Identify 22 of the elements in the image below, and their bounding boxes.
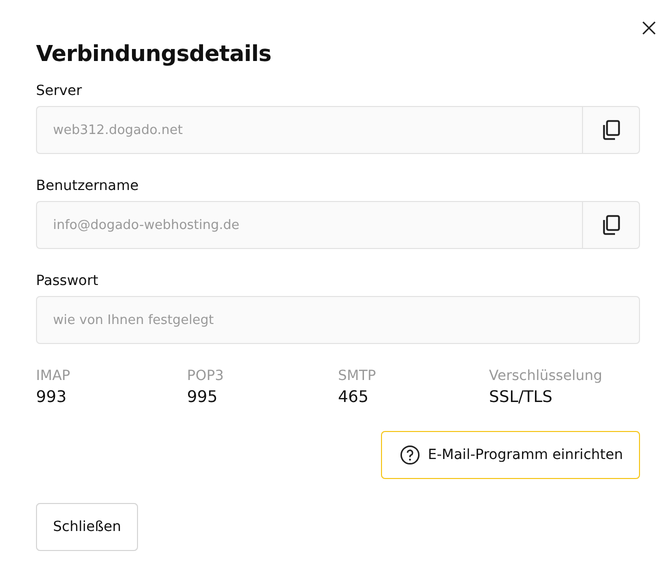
port-label: POP3 <box>187 367 225 386</box>
port-label: IMAP <box>36 367 72 386</box>
setup-button[interactable]: E-Mail-Programm einrichten <box>380 431 640 479</box>
copy-button[interactable] <box>582 201 640 249</box>
port-value: 465 <box>338 386 370 408</box>
help-icon <box>400 445 420 465</box>
copy-icon <box>602 120 620 140</box>
field-label: Server <box>36 82 83 101</box>
port-label: SMTP <box>338 367 377 386</box>
copy-button[interactable] <box>582 106 640 154</box>
port-value: 995 <box>187 386 219 408</box>
dialog-title: Verbindungsdetails <box>36 41 272 69</box>
field-label: Passwort <box>36 272 100 291</box>
close-dialog-button[interactable]: Schließen <box>36 503 138 551</box>
port-value: SSL/TLS <box>489 386 554 408</box>
port-value: 993 <box>36 386 68 408</box>
field-label: Benutzername <box>36 177 140 196</box>
text-field[interactable]: info@dogado-webhosting.de <box>36 201 582 249</box>
text-field[interactable]: web312.dogado.net <box>36 106 582 154</box>
text-field[interactable]: wie von Ihnen festgelegt <box>36 296 640 344</box>
copy-icon <box>602 215 620 235</box>
port-label: Verschlüsselung <box>489 367 604 386</box>
